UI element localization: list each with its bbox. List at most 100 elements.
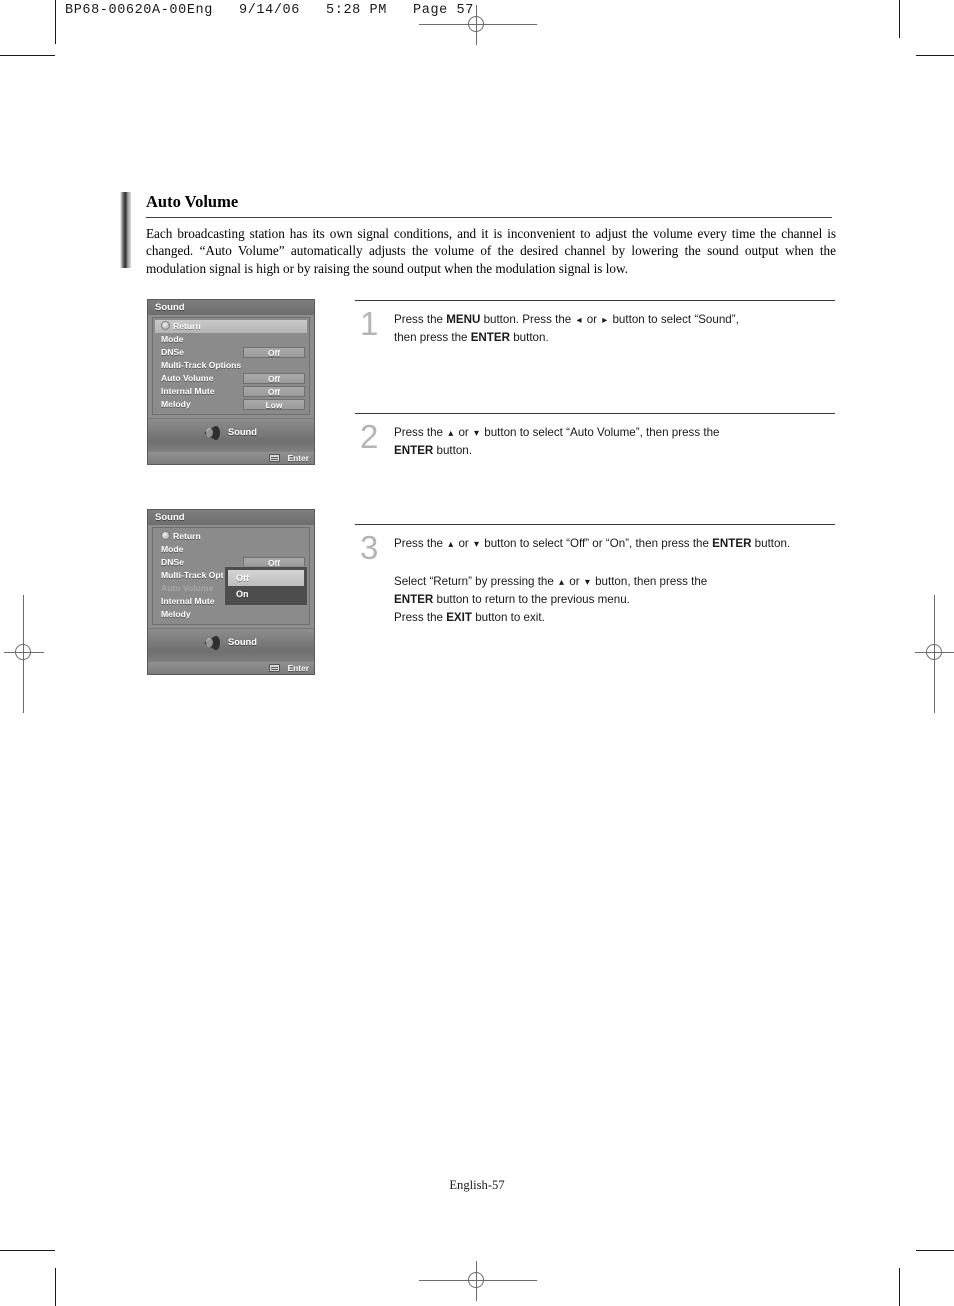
step-text: Press the: [394, 426, 447, 439]
osd-footer-1: Sound: [148, 418, 314, 451]
emphasis-text: ENTER: [394, 444, 434, 457]
enter-key-icon: [269, 454, 280, 462]
step-text: Press the: [394, 313, 447, 326]
osd-row-label: DNSe: [161, 347, 184, 357]
step-number: 3: [360, 529, 379, 566]
direction-arrow-icon: ▾: [474, 539, 480, 550]
osd-enter-bar-1: Enter: [148, 451, 314, 464]
step-text: or: [455, 537, 472, 550]
emphasis-text: ENTER: [712, 537, 752, 550]
osd-row[interactable]: Return: [155, 320, 307, 333]
direction-arrow-icon: ▾: [584, 577, 590, 588]
speaker-icon: [204, 635, 222, 652]
osd-row-label: Auto Volume: [161, 373, 214, 383]
step-text: button.: [751, 537, 791, 550]
osd-row-value[interactable]: Off: [243, 386, 305, 397]
osd-row-label: Return: [173, 531, 201, 541]
osd-row[interactable]: Return: [153, 530, 309, 543]
osd-row[interactable]: DNSe Off: [153, 346, 309, 359]
direction-arrow-icon: ▾: [474, 428, 480, 439]
osd-footer-label-2: Sound: [228, 637, 257, 647]
section-auto-volume: Auto Volume Each broadcasting station ha…: [120, 192, 836, 277]
step-text: button.: [510, 331, 549, 344]
step-text: button, then press the: [591, 575, 708, 588]
osd-row[interactable]: Internal Mute Off: [153, 385, 309, 398]
osd-row[interactable]: Mode: [153, 333, 309, 346]
step-number: 2: [360, 418, 379, 455]
osd-row[interactable]: Multi-Track Options: [153, 359, 309, 372]
dropdown-option[interactable]: Off: [228, 570, 304, 586]
osd-row[interactable]: Melody Low: [153, 398, 309, 411]
emphasis-text: ENTER: [394, 593, 434, 606]
enter-key-icon: [269, 664, 280, 672]
emphasis-text: ENTER: [470, 331, 510, 344]
osd-row-label: Return: [173, 321, 201, 331]
osd-row-value[interactable]: Off: [243, 347, 305, 358]
step-body: Press the MENU button. Press the ◂ or ▸ …: [394, 311, 835, 347]
step-body: Press the ▴ or ▾ button to select “Off” …: [394, 535, 835, 553]
osd-row-label: DNSe: [161, 557, 184, 567]
step-text: button. Press the: [480, 313, 575, 326]
osd-row-label: Internal Mute: [161, 386, 215, 396]
osd-title-1: Sound: [148, 300, 314, 315]
auto-volume-dropdown[interactable]: Off On: [224, 566, 308, 606]
osd-enter-label-2: Enter: [287, 663, 309, 673]
step-text: button to return to the previous menu.: [433, 593, 630, 606]
instruction-step: 2 Press the ▴ or ▾ button to select “Auto…: [355, 413, 835, 524]
step-text: button.: [433, 444, 472, 457]
instruction-step: 1 Press the MENU button. Press the ◂ or ▸…: [355, 300, 835, 413]
step-number: 1: [360, 305, 379, 342]
return-icon: [161, 321, 170, 330]
direction-arrow-icon: ▸: [602, 315, 608, 326]
osd-row-label: Multi-Track Options: [161, 360, 242, 370]
osd-row-label: Mode: [161, 334, 184, 344]
page-footer: English-57: [449, 1178, 505, 1192]
step-text: button to select “Auto Volume”, then pre…: [481, 426, 720, 439]
osd-row-label: Auto Volume: [161, 583, 214, 593]
page-title: Auto Volume: [146, 192, 239, 211]
step-text: Select “Return” by pressing the: [394, 575, 558, 588]
osd-menu-sound-2: Sound Return Mode DNSe Off Multi-Track Optio…: [147, 509, 315, 675]
osd-row-label: Mode: [161, 544, 184, 554]
osd-list-1: Return Mode DNSe Off Multi-Track Options Auto…: [152, 317, 310, 415]
step-text: button to select “Sound”,: [609, 313, 739, 326]
osd-row-label: Melody: [161, 399, 191, 409]
step-text: or: [455, 426, 472, 439]
page-content: Auto Volume Each broadcasting station ha…: [0, 0, 954, 1306]
return-icon: [161, 531, 170, 540]
step-text: or: [566, 575, 583, 588]
step-body: Press the ▴ or ▾ button to select “Auto …: [394, 424, 835, 460]
step-text: or: [583, 313, 601, 326]
osd-enter-bar-2: Enter: [148, 661, 314, 674]
section-accent-bar: [120, 192, 131, 268]
instruction-step: 3 Press the ▴ or ▾ button to select “Off”…: [355, 524, 835, 655]
step-text: Press the: [394, 537, 447, 550]
step-text: button to select “Off” or “On”, then pre…: [481, 537, 713, 550]
section-description: Each broadcasting station has its own si…: [146, 226, 836, 276]
osd-title-2: Sound: [148, 510, 314, 525]
direction-arrow-icon: ▴: [448, 539, 454, 550]
osd-row-label: Internal Mute: [161, 596, 215, 606]
osd-row-label: Melody: [161, 609, 191, 619]
osd-footer-label-1: Sound: [228, 427, 257, 437]
speaker-icon: [204, 425, 222, 442]
osd-row-value[interactable]: Low: [243, 399, 305, 410]
osd-row[interactable]: Mode: [153, 543, 309, 556]
emphasis-text: MENU: [446, 313, 481, 326]
step-text: then press the: [394, 331, 471, 344]
step-text: Press the: [394, 611, 447, 624]
step-text: button to exit.: [471, 611, 545, 624]
osd-menu-sound-1: Sound Return Mode DNSe Off Multi-Track Optio…: [147, 299, 315, 465]
osd-footer-2: Sound: [148, 628, 314, 661]
osd-row[interactable]: Melody: [153, 608, 309, 621]
osd-row[interactable]: Auto Volume Off: [153, 372, 309, 385]
section-divider: [146, 217, 832, 218]
instruction-steps: 1 Press the MENU button. Press the ◂ or ▸…: [355, 300, 835, 655]
dropdown-option[interactable]: On: [228, 586, 304, 602]
direction-arrow-icon: ▴: [559, 577, 565, 588]
emphasis-text: EXIT: [446, 611, 472, 624]
step-note: Select “Return” by pressing the ▴ or ▾ b…: [394, 573, 835, 627]
osd-row-value[interactable]: Off: [243, 373, 305, 384]
direction-arrow-icon: ▴: [448, 428, 454, 439]
osd-enter-label-1: Enter: [287, 453, 309, 463]
